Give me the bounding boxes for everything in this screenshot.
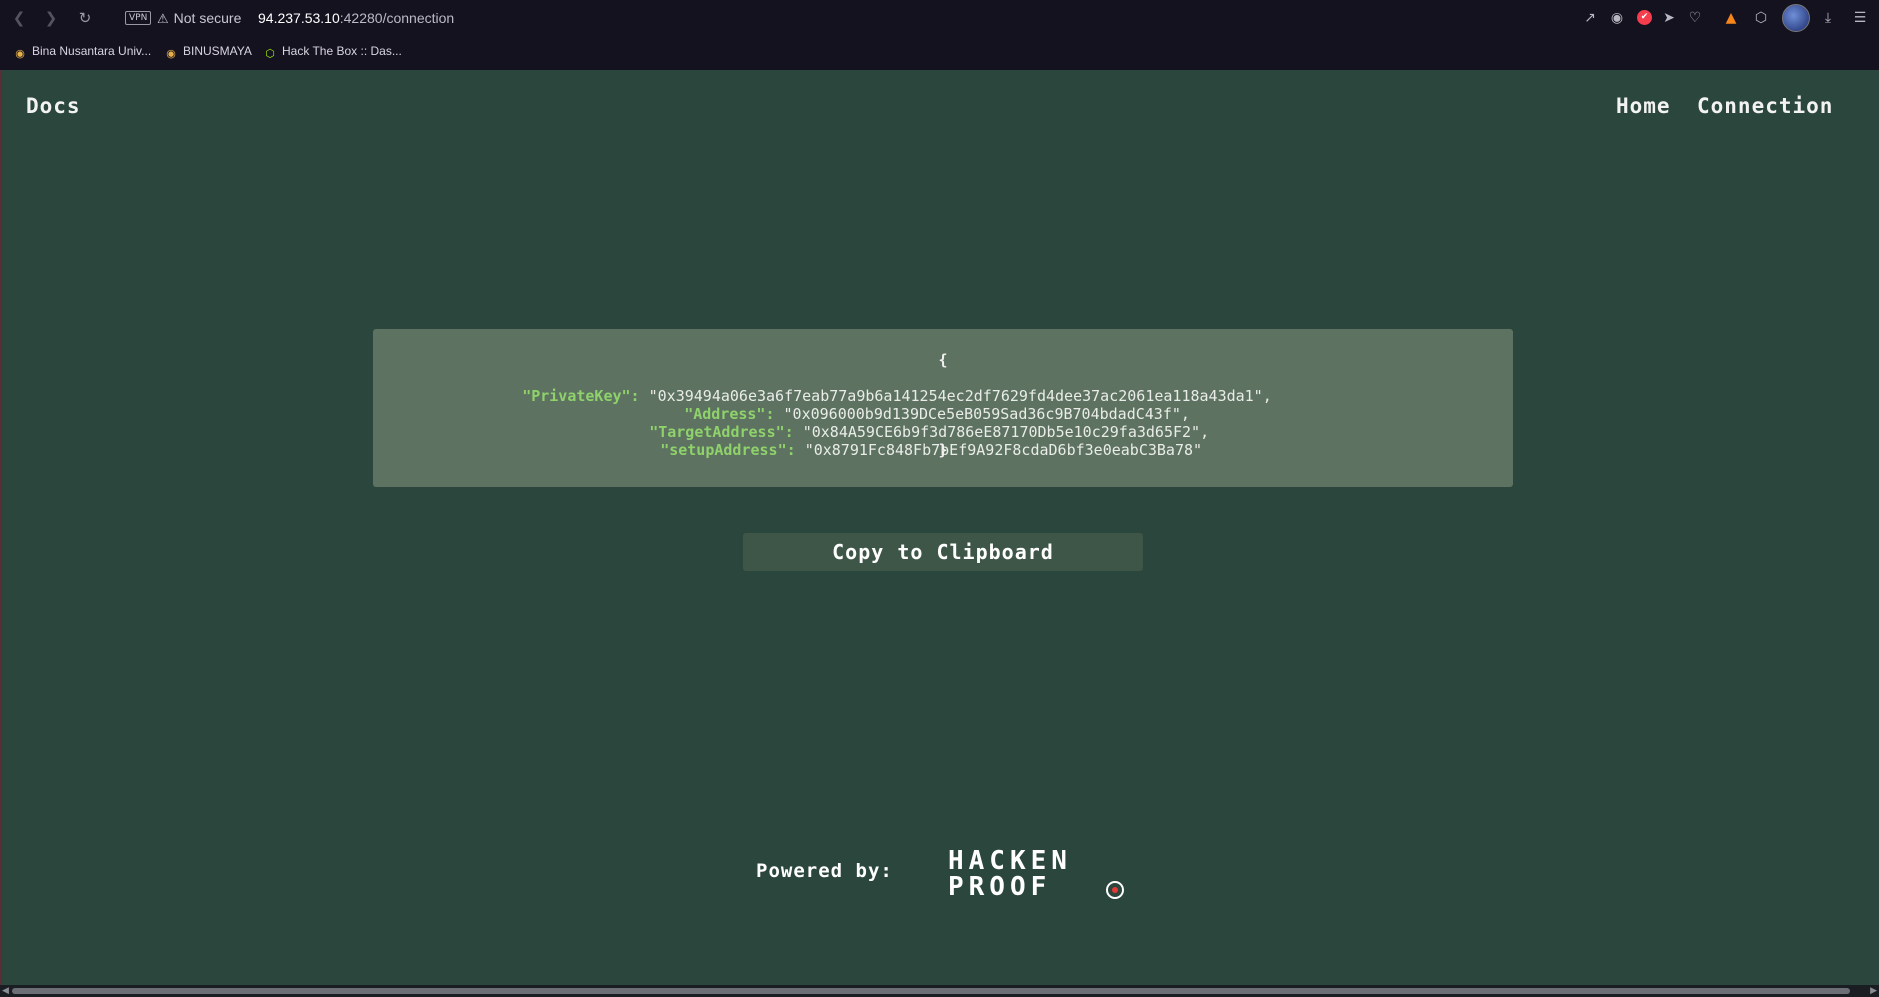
security-indicator[interactable]: ⚠ Not secure [157,9,241,27]
menu-icon[interactable]: ☰ [1850,8,1870,28]
json-field-target-address: "TargetAddress": "0x84A59CE6b9f3d786eE87… [595,405,1209,441]
nav-home-link[interactable]: Home [1616,94,1671,118]
send-icon[interactable]: ➤ [1659,8,1679,28]
close-brace: } [938,441,948,459]
binus-eye-icon: ◉ [166,48,176,60]
bookmark-item[interactable]: ◉ BINUSMAYA [164,42,252,60]
share-icon[interactable]: ↗ [1580,8,1600,28]
page-content: Docs Home Connection { "PrivateKey": "0x… [0,70,1879,985]
horizontal-scrollbar[interactable]: ◀ ▶ [0,985,1879,997]
bookmark-item[interactable]: ⬡ Hack The Box :: Das... [263,42,402,60]
camera-icon[interactable]: ◉ [1607,8,1627,28]
hackthebox-cube-icon: ⬡ [265,48,275,60]
json-field-private-key: "PrivateKey": "0x39494a06e3a6f7eab77a9b6… [468,369,1272,405]
open-brace: { [938,351,948,369]
back-icon[interactable]: ❮ [10,9,28,27]
profile-avatar[interactable] [1782,4,1810,32]
url-path: :42280/connection [339,10,455,26]
json-key: "setupAddress": [660,441,796,459]
metamask-fox-icon[interactable]: ▲ [1721,8,1741,28]
reload-icon[interactable]: ↻ [76,9,94,27]
vpn-badge[interactable]: VPN [125,11,152,25]
forward-icon[interactable]: ❯ [42,9,60,27]
browser-chrome: ❮ ❯ ↻ VPN ⚠ Not secure 94.237.53.10:42280… [0,0,1879,70]
address-bar[interactable]: 94.237.53.10:42280/connection [258,9,454,27]
json-field-setup-address: "setupAddress": "0x8791Fc848Fb7bEf9A92F8… [606,423,1202,459]
logo-line-1: HACKEN [948,846,1072,876]
cube-extension-icon[interactable]: ⬡ [1751,8,1771,28]
heart-icon[interactable]: ♡ [1685,8,1705,28]
security-label: Not secure [173,10,242,26]
logo-line-2: PROOF [948,872,1052,902]
bookmark-label: Bina Nusantara Univ... [32,44,152,58]
bookmark-item[interactable]: ◉ Bina Nusantara Univ... [13,42,151,60]
bookmark-label: BINUSMAYA [183,44,252,58]
browser-toolbar: ❮ ❯ ↻ VPN ⚠ Not secure 94.237.53.10:42280… [0,0,1879,36]
bookmark-label: Hack The Box :: Das... [282,44,402,58]
record-dot-icon [1106,881,1124,899]
nav-docs-link[interactable]: Docs [26,94,81,118]
connection-info-box: { "PrivateKey": "0x39494a06e3a6f7eab77a9… [373,329,1513,487]
warning-icon: ⚠ [157,11,169,26]
scrollbar-thumb[interactable] [12,988,1850,994]
powered-by-label: Powered by: [756,860,893,882]
json-key: "PrivateKey": [522,387,640,405]
copy-to-clipboard-button[interactable]: Copy to Clipboard [743,533,1143,571]
url-host: 94.237.53.10 [258,10,340,26]
hackenproof-logo[interactable]: HACKEN PROOF [948,848,1128,902]
download-icon[interactable]: ⤓ [1818,8,1838,28]
json-value: "0x8791Fc848Fb7bEf9A92F8cdaD6bf3e0eabC3B… [804,441,1203,459]
brave-shield-icon[interactable]: ✔ [1637,10,1652,25]
bookmarks-bar: ◉ Bina Nusantara Univ... ◉ BINUSMAYA ⬡ Hack… [0,38,1879,64]
scroll-left-icon[interactable]: ◀ [2,985,9,997]
json-field-address: "Address": "0x096000b9d139DCe5eB059Sad36… [630,387,1190,423]
nav-connection-link[interactable]: Connection [1697,94,1833,118]
binus-eye-icon: ◉ [15,48,25,60]
scroll-right-icon[interactable]: ▶ [1870,985,1877,997]
